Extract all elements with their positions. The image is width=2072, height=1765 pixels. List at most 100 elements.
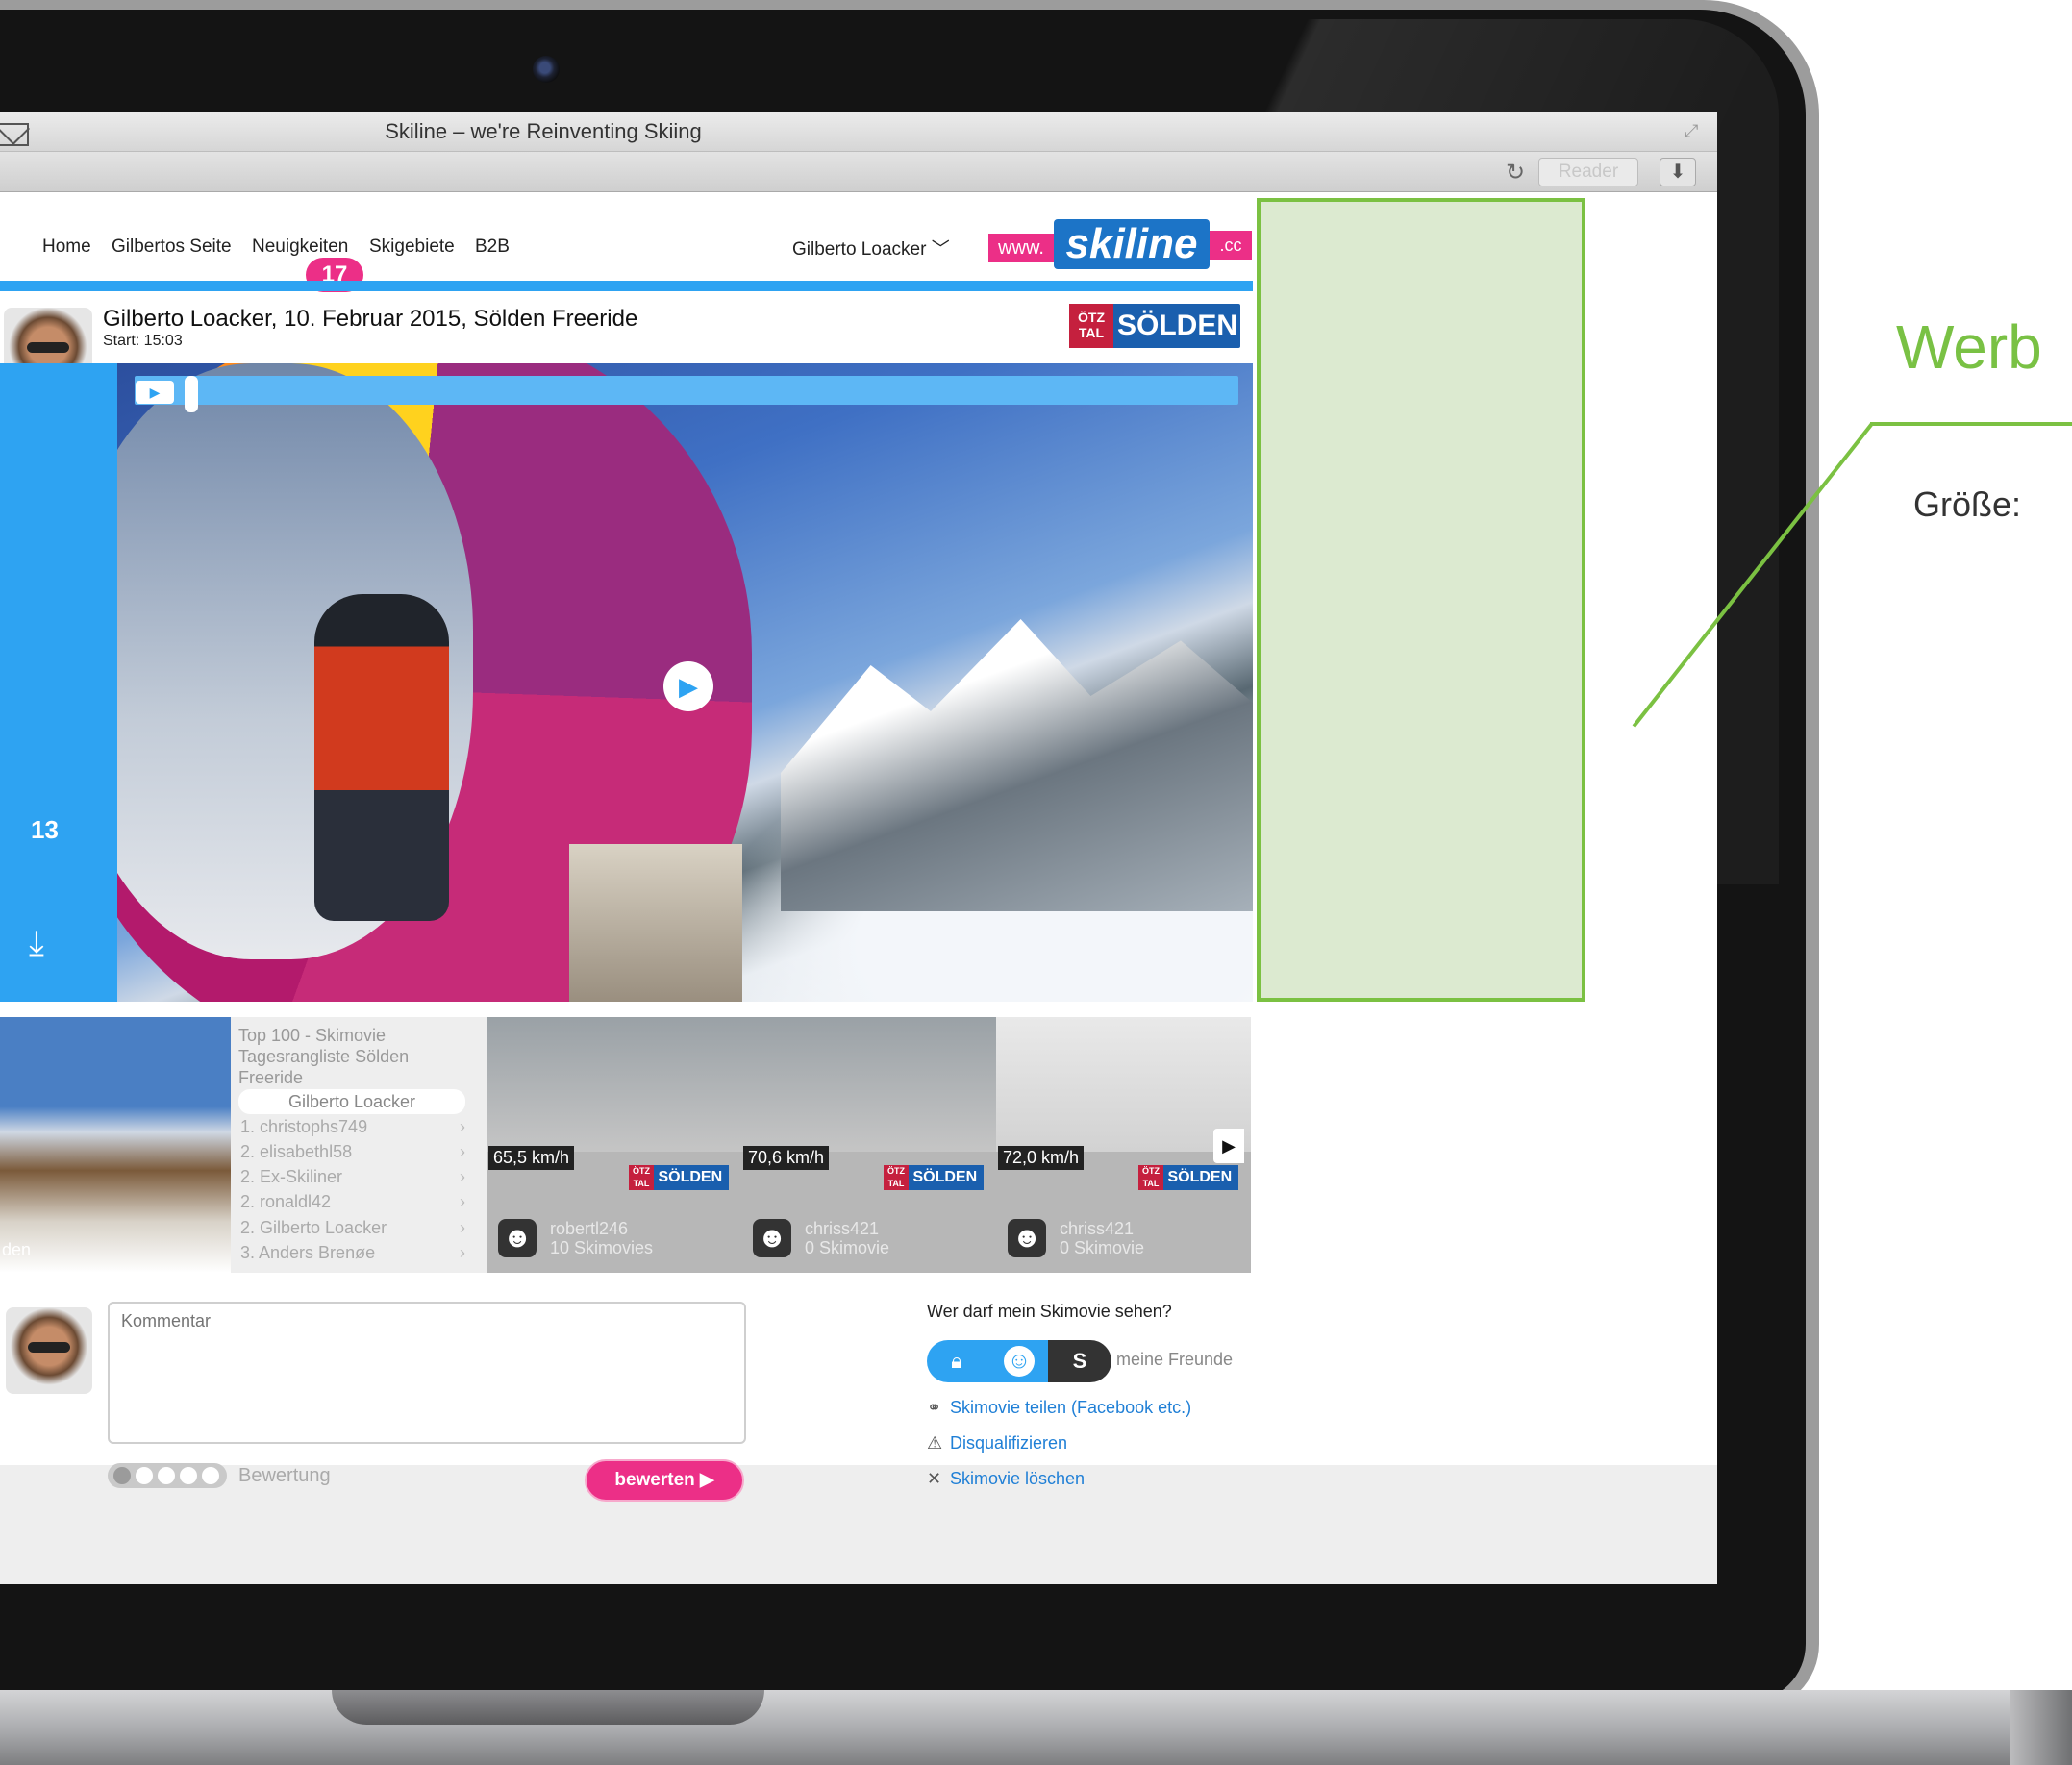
window-title: Skiline – we're Reinventing Skiing <box>385 119 702 143</box>
soelden-mini-logo: ÖTZ TAL SÖLDEN <box>1138 1165 1238 1190</box>
rating-dot[interactable] <box>136 1467 153 1484</box>
ranking-row[interactable]: 2. ronaldl42 › <box>240 1192 465 1212</box>
resort-thumbnail[interactable] <box>0 1017 231 1273</box>
reader-button[interactable]: Reader <box>1538 158 1638 186</box>
friends-smiley-icon[interactable]: ☺ <box>1004 1346 1035 1377</box>
ad-size-label: Größe: <box>1913 485 2022 524</box>
laptop-hinge-notch <box>332 1690 764 1725</box>
ranking-row-label: 2. ronaldl42 <box>240 1192 332 1211</box>
rating-label: Bewertung <box>238 1465 331 1486</box>
camera-icon <box>533 56 560 83</box>
ranking-title: Top 100 - Skimovie Tagesrangliste Sölden… <box>238 1026 410 1087</box>
chevron-right-icon: › <box>460 1243 465 1262</box>
ranking-row-label: 2. elisabethl58 <box>240 1142 353 1161</box>
view-count: 13 <box>31 815 59 844</box>
thumb-user[interactable]: chriss421 0 Skimovie <box>805 1219 889 1257</box>
ranking-row-label: 1. christophs749 <box>240 1117 368 1136</box>
rate-button[interactable]: bewerten ▶ <box>585 1459 744 1502</box>
comment-input[interactable] <box>108 1302 746 1444</box>
rating-stars[interactable] <box>108 1463 227 1488</box>
laptop-base <box>0 1690 2072 1765</box>
chevron-right-icon: › <box>460 1192 465 1211</box>
rating-dot[interactable] <box>180 1467 197 1484</box>
logo-www: www. <box>988 234 1054 262</box>
thumb-user-name: chriss421 <box>805 1219 880 1238</box>
ranking-highlight[interactable]: Gilberto Loacker <box>238 1089 465 1114</box>
next-arrow-icon[interactable]: ▶ <box>1213 1129 1244 1163</box>
smiley-icon: ☻ <box>498 1219 537 1257</box>
thumb-user-name: robertl246 <box>550 1219 629 1238</box>
soelden-wordmark: SÖLDEN <box>1117 310 1238 341</box>
smiley-icon: ☻ <box>753 1219 791 1257</box>
thumb-user-movies: 0 Skimovie <box>805 1238 890 1257</box>
laptop-base-edge <box>2010 1690 2072 1765</box>
delete-link[interactable]: ✕ Skimovie löschen <box>927 1469 1085 1489</box>
mail-icon[interactable] <box>0 123 29 146</box>
ranking-row[interactable]: 2. elisabethl58 › <box>240 1142 465 1162</box>
movie-sidebar <box>0 363 117 1002</box>
ranking-row[interactable]: 3. Anders Brenøe › <box>240 1243 465 1263</box>
nav-b2b[interactable]: B2B <box>475 236 510 258</box>
chevron-right-icon: › <box>460 1218 465 1237</box>
logo-cc: .cc <box>1210 231 1252 260</box>
movie-start-time: Start: 15:03 <box>103 333 183 349</box>
soelden-logo[interactable]: ÖTZ TAL SÖLDEN <box>1069 304 1240 348</box>
disqualify-link[interactable]: ⚠ Disqualifizieren <box>927 1433 1067 1454</box>
lock-icon[interactable]: 🔒︎ <box>927 1340 986 1382</box>
delete-link-label: Skimovie löschen <box>950 1469 1086 1488</box>
warning-icon: ⚠ <box>927 1433 943 1453</box>
nav-divider <box>0 281 1253 291</box>
skiline-logo[interactable]: skiline <box>1054 219 1210 269</box>
downloads-icon[interactable]: ⬇ <box>1660 158 1696 186</box>
ranking-row[interactable]: 2. Ex-Skiliner › <box>240 1167 465 1187</box>
user-menu-label: Gilberto Loacker <box>792 239 927 260</box>
video-progress-bar[interactable] <box>135 376 1238 405</box>
resort-thumbnail-label: den <box>2 1240 32 1259</box>
reload-icon[interactable]: ↻ <box>1506 159 1525 186</box>
chevron-down-icon: ﹀ <box>931 239 950 260</box>
smiley-icon: ☻ <box>1008 1219 1046 1257</box>
fullscreen-icon[interactable]: ⤢ <box>1685 121 1698 141</box>
browser-toolbar: ↻ Reader ⬇ <box>0 152 1717 192</box>
speed-badge: 65,5 km/h <box>488 1146 575 1170</box>
privacy-selection: meine Freunde <box>1116 1350 1234 1369</box>
ad-callout-underline <box>1870 422 2072 426</box>
skype-icon[interactable]: S <box>1048 1340 1111 1382</box>
rating-dot[interactable] <box>158 1467 175 1484</box>
user-menu[interactable]: Gilberto Loacker ﹀ <box>792 235 950 261</box>
play-icon[interactable]: ▶ <box>663 661 713 711</box>
rate-button-label: bewerten <box>614 1470 695 1490</box>
thumb-user[interactable]: chriss421 0 Skimovie <box>1060 1219 1144 1257</box>
privacy-question: Wer darf mein Skimovie sehen? <box>927 1302 1172 1321</box>
nav-gilbertos-seite[interactable]: Gilbertos Seite <box>112 236 232 258</box>
soelden-mini-logo: ÖTZ TAL SÖLDEN <box>884 1165 984 1190</box>
nav-neuigkeiten[interactable]: Neuigkeiten <box>252 236 348 258</box>
chevron-right-icon: › <box>460 1167 465 1186</box>
share-link[interactable]: ⚭ Skimovie teilen (Facebook etc.) <box>927 1398 1191 1418</box>
chevron-right-icon: › <box>460 1142 465 1161</box>
share-link-label: Skimovie teilen (Facebook etc.) <box>950 1398 1192 1417</box>
thumb-user[interactable]: robertl246 10 Skimovies <box>550 1219 653 1257</box>
thumb-user-name: chriss421 <box>1060 1219 1135 1238</box>
progress-handle[interactable] <box>185 376 198 412</box>
ad-placeholder-box <box>1257 198 1585 1002</box>
ranking-row[interactable]: 1. christophs749 › <box>240 1117 465 1137</box>
avatar[interactable] <box>6 1307 92 1394</box>
video-mountains <box>781 619 1253 911</box>
disqualify-link-label: Disqualifizieren <box>950 1433 1068 1453</box>
download-icon[interactable]: ⤓ <box>29 923 44 964</box>
rating-dot[interactable] <box>202 1467 219 1484</box>
ranking-row[interactable]: 2. Gilberto Loacker › <box>240 1218 465 1238</box>
rating-dot[interactable] <box>113 1467 131 1484</box>
speed-badge: 72,0 km/h <box>998 1146 1085 1170</box>
play-small-icon[interactable]: ▶ <box>136 381 174 404</box>
oetztal-mark: ÖTZ TAL <box>1069 304 1113 348</box>
ranking-row-label: 2. Ex-Skiliner <box>240 1167 343 1186</box>
stage: Skiline – we're Reinventing Skiing ⤢ ↻ R… <box>0 0 2072 1765</box>
video-turnstile <box>569 844 742 1002</box>
speed-badge: 70,6 km/h <box>743 1146 830 1170</box>
thumb-user-movies: 10 Skimovies <box>550 1238 654 1257</box>
nav-skigebiete[interactable]: Skigebiete <box>369 236 455 258</box>
nav-home[interactable]: Home <box>42 236 91 258</box>
window-titlebar: Skiline – we're Reinventing Skiing ⤢ <box>0 112 1717 152</box>
